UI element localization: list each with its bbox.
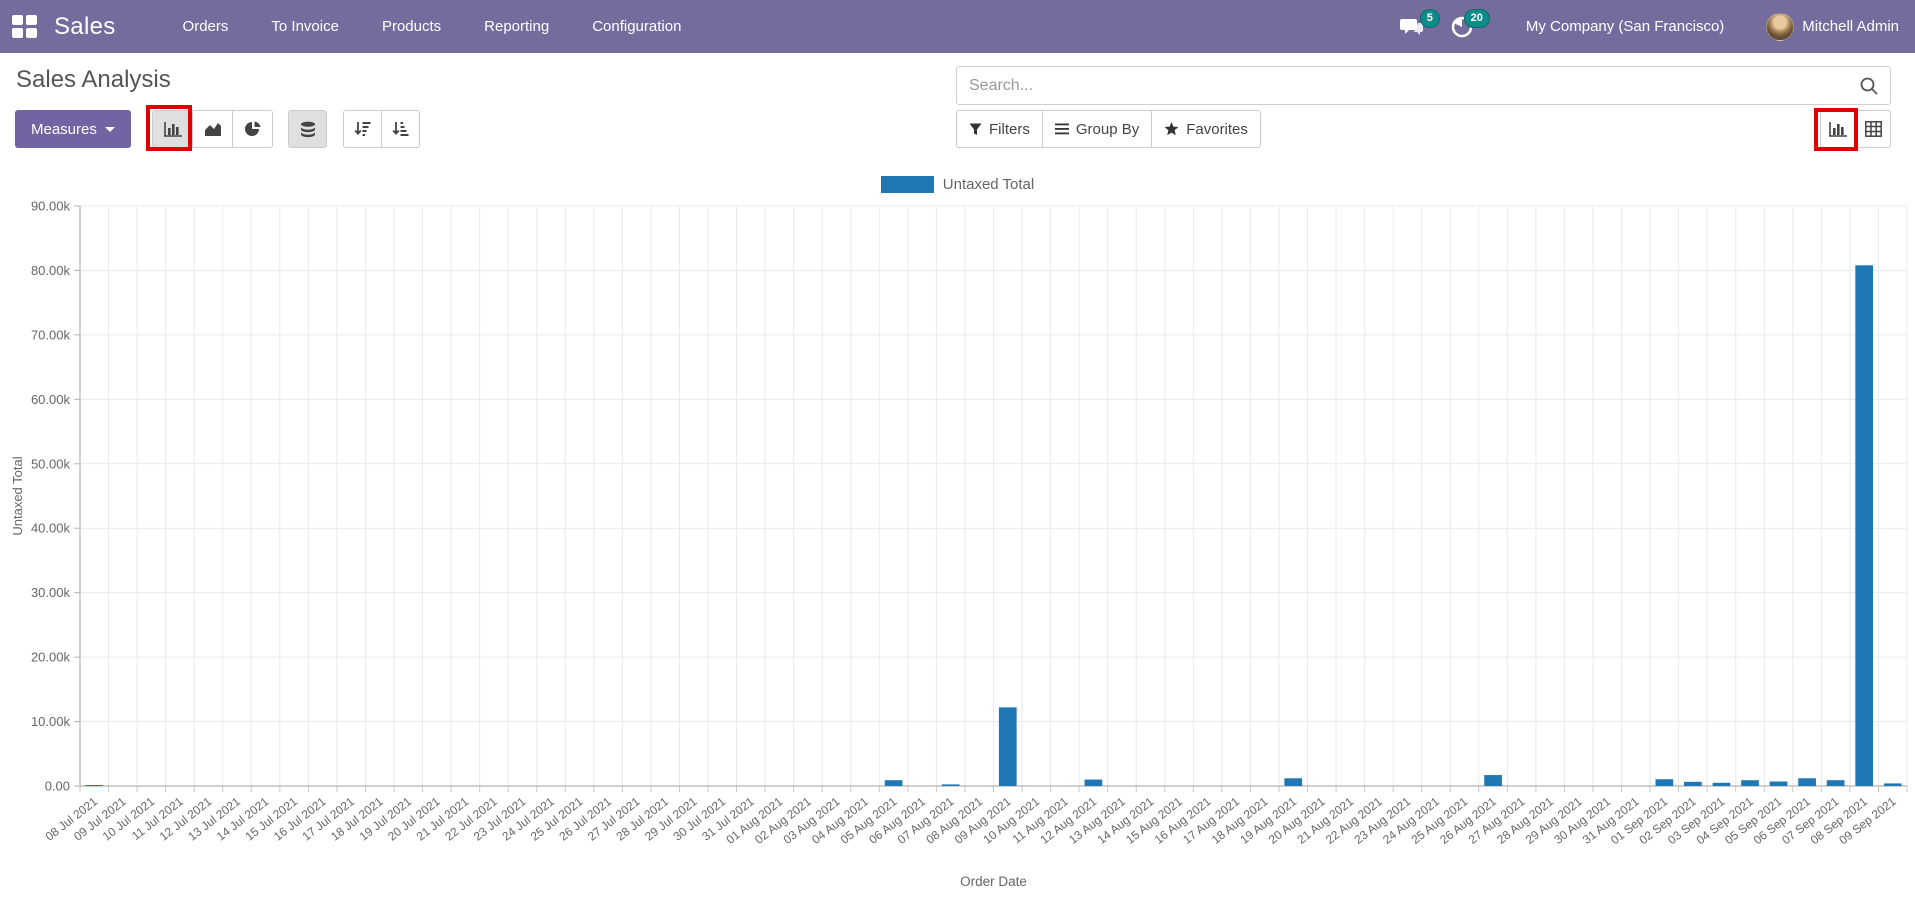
measures-label: Measures bbox=[31, 120, 97, 138]
activities-button[interactable]: 20 bbox=[1450, 8, 1490, 43]
bar-08-Sep-2021[interactable] bbox=[1855, 265, 1874, 786]
sort-ascending-button[interactable] bbox=[381, 110, 420, 148]
group-by-icon bbox=[1054, 123, 1069, 135]
pie-chart-type-button[interactable] bbox=[232, 110, 273, 148]
filter-icon bbox=[969, 123, 982, 135]
y-tick-label: 10.00k bbox=[31, 714, 71, 729]
y-tick-label: 70.00k bbox=[31, 327, 71, 342]
messages-button[interactable]: 5 bbox=[1399, 8, 1440, 43]
menu-item-reporting[interactable]: Reporting bbox=[469, 9, 564, 44]
measures-button[interactable]: Measures bbox=[15, 110, 131, 148]
chart-type-group bbox=[152, 110, 273, 148]
sort-amount-desc-icon bbox=[354, 122, 371, 136]
bar-05-Sep-2021[interactable] bbox=[1769, 781, 1788, 786]
bar-12-Aug-2021[interactable] bbox=[1084, 779, 1103, 786]
sort-amount-asc-icon bbox=[392, 122, 409, 136]
search-input[interactable] bbox=[957, 67, 1890, 104]
graph-view-button[interactable] bbox=[1820, 110, 1856, 148]
view-switcher-group bbox=[1820, 110, 1891, 148]
favorites-label: Favorites bbox=[1186, 120, 1248, 138]
line-chart-type-button[interactable] bbox=[192, 110, 233, 148]
menu-item-configuration[interactable]: Configuration bbox=[577, 9, 696, 44]
bar-08-Jul-2021[interactable] bbox=[85, 785, 104, 786]
search-options-group: Filters Group By Favorites bbox=[956, 110, 1261, 148]
apps-menu-icon[interactable] bbox=[12, 14, 38, 39]
page-title: Sales Analysis bbox=[16, 66, 171, 93]
bar-09-Aug-2021[interactable] bbox=[998, 707, 1017, 786]
bar-09-Sep-2021[interactable] bbox=[1883, 783, 1902, 786]
bar-chart-icon bbox=[1829, 122, 1847, 137]
bar-06-Sep-2021[interactable] bbox=[1798, 778, 1816, 786]
search-icon[interactable] bbox=[1858, 75, 1880, 97]
database-stack-icon bbox=[300, 121, 315, 137]
filters-button[interactable]: Filters bbox=[956, 110, 1043, 148]
sales-analysis-bar-chart: 0.00 10.00k 20.00k 30.00k 40.00k 50.00k 60.00k… bbox=[31, 199, 1908, 847]
user-menu[interactable]: Mitchell Admin bbox=[1802, 18, 1899, 35]
menu-item-orders[interactable]: Orders bbox=[168, 9, 244, 44]
bar-04-Sep-2021[interactable] bbox=[1741, 780, 1759, 786]
group-by-label: Group By bbox=[1075, 120, 1140, 138]
top-navbar: Sales Orders To Invoice Products Reporti… bbox=[0, 0, 1915, 53]
navbar-right: 5 20 My Company (San Francisco) Mitchell… bbox=[1399, 8, 1915, 43]
bar-03-Sep-2021[interactable] bbox=[1712, 782, 1731, 786]
y-tick-label: 20.00k bbox=[31, 650, 71, 665]
sort-descending-button[interactable] bbox=[343, 110, 382, 148]
y-tick-label: 0.00 bbox=[45, 779, 70, 794]
bar-07-Aug-2021[interactable] bbox=[941, 784, 960, 786]
y-tick-label: 50.00k bbox=[31, 456, 71, 471]
filters-label: Filters bbox=[989, 120, 1030, 138]
sort-group bbox=[343, 110, 420, 148]
search-box bbox=[956, 66, 1891, 105]
main-menu: Orders To Invoice Products Reporting Con… bbox=[168, 9, 710, 44]
bar-chart-type-button[interactable] bbox=[152, 110, 193, 148]
pie-chart-icon bbox=[244, 121, 260, 136]
y-tick-label: 40.00k bbox=[31, 521, 71, 536]
activities-badge: 20 bbox=[1463, 8, 1490, 28]
menu-item-products[interactable]: Products bbox=[367, 9, 456, 44]
bar-01-Sep-2021[interactable] bbox=[1655, 779, 1674, 786]
bar-26-Aug-2021[interactable] bbox=[1484, 775, 1502, 786]
bar-05-Aug-2021[interactable] bbox=[884, 780, 903, 786]
group-by-button[interactable]: Group By bbox=[1041, 110, 1153, 148]
bar-02-Sep-2021[interactable] bbox=[1684, 781, 1702, 786]
user-avatar[interactable] bbox=[1766, 12, 1795, 41]
pivot-view-button[interactable] bbox=[1855, 110, 1891, 148]
favorites-button[interactable]: Favorites bbox=[1151, 110, 1261, 148]
y-tick-label: 60.00k bbox=[31, 392, 71, 407]
bar-chart-icon bbox=[163, 122, 182, 137]
bar-07-Sep-2021[interactable] bbox=[1826, 780, 1845, 786]
messages-badge: 5 bbox=[1419, 8, 1440, 28]
y-tick-label: 90.00k bbox=[31, 199, 71, 214]
chevron-down-icon bbox=[104, 126, 115, 132]
stacked-toggle-group bbox=[288, 110, 327, 148]
pivot-table-icon bbox=[1864, 121, 1882, 137]
stacked-bars-button[interactable] bbox=[288, 110, 327, 148]
menu-item-to-invoice[interactable]: To Invoice bbox=[256, 9, 354, 44]
app-name[interactable]: Sales bbox=[54, 13, 116, 41]
company-switcher[interactable]: My Company (San Francisco) bbox=[1526, 18, 1724, 35]
bar-19-Aug-2021[interactable] bbox=[1284, 778, 1303, 786]
area-chart-icon bbox=[204, 123, 221, 136]
star-icon bbox=[1164, 122, 1179, 136]
y-tick-label: 30.00k bbox=[31, 585, 71, 600]
y-tick-label: 80.00k bbox=[31, 263, 71, 278]
